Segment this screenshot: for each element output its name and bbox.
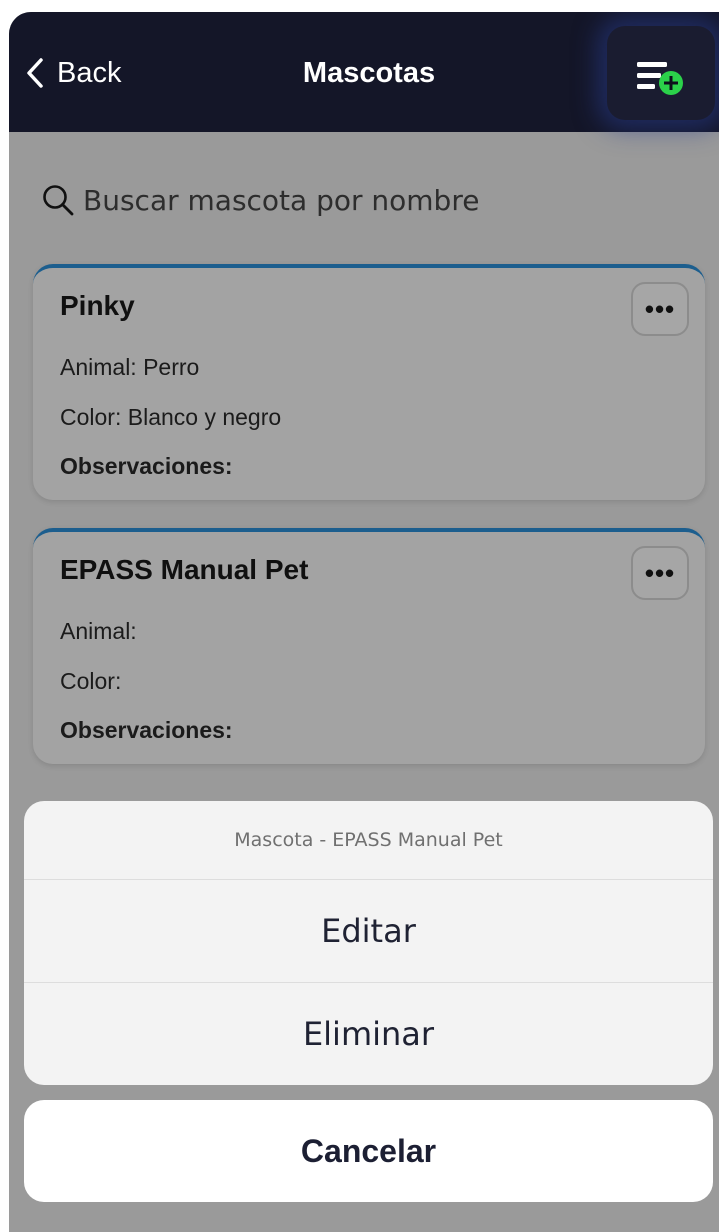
pet-color: Color: Blanco y negro [60,404,282,430]
action-sheet-title: Mascota - EPASS Manual Pet [24,801,713,880]
search-icon [43,185,74,216]
pet-animal: Animal: Perro [60,354,200,380]
add-pet-button[interactable] [607,26,715,120]
list-add-icon [637,62,683,95]
pet-animal: Animal: [60,618,137,644]
search-bar [41,178,643,222]
back-label: Back [57,56,122,89]
action-sheet: Mascota - EPASS Manual Pet Editar Elimin… [24,801,713,1085]
pet-card[interactable]: Pinky Animal: Perro Color: Blanco y negr… [33,264,705,500]
search-input[interactable] [83,183,643,217]
delete-action[interactable]: Eliminar [24,982,713,1085]
more-icon: ••• [644,293,676,324]
chevron-left-icon [27,58,43,88]
nav-header: Back Mascotas [9,12,719,132]
pet-observations: Observaciones: [60,453,233,479]
pet-name: EPASS Manual Pet [60,554,309,585]
cancel-button[interactable]: Cancelar [24,1100,713,1202]
pet-color: Color: [60,668,122,694]
more-options-button[interactable]: ••• [631,282,689,336]
pet-name: Pinky [60,290,135,321]
more-options-button[interactable]: ••• [631,546,689,600]
pet-card[interactable]: EPASS Manual Pet Animal: Color: Observac… [33,528,705,764]
more-icon: ••• [644,557,676,588]
pet-observations: Observaciones: [60,717,233,743]
edit-action[interactable]: Editar [24,880,713,982]
back-button[interactable]: Back [25,57,121,89]
